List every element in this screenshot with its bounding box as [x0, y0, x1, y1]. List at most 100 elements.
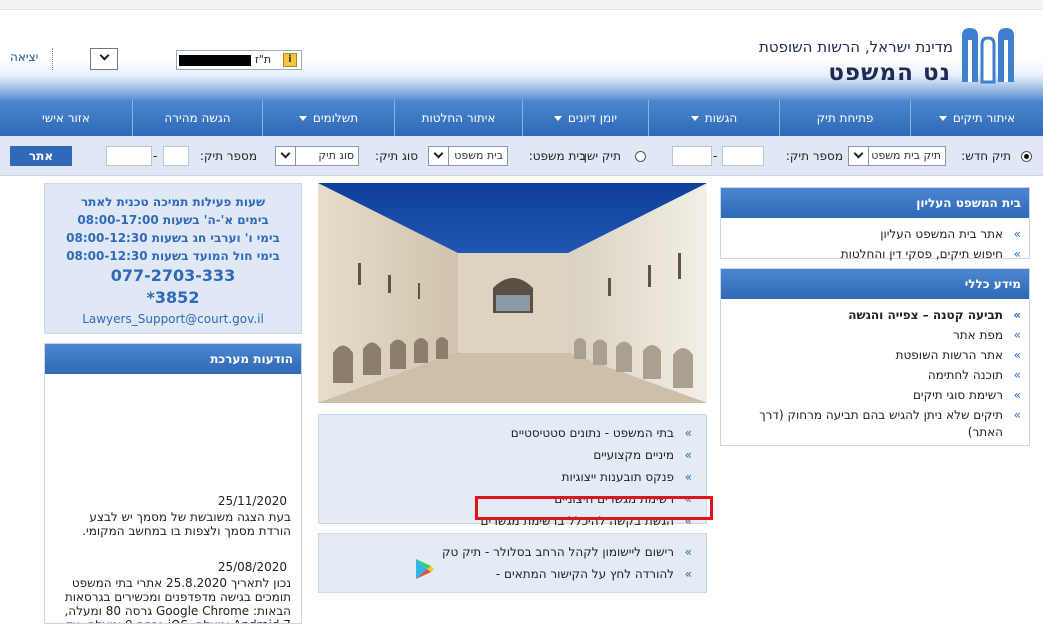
court-label: בית משפט:	[528, 149, 586, 163]
top-strip	[0, 0, 1043, 10]
link-small-claims[interactable]: תביעה קטנה – צפייה והגשה	[729, 307, 1021, 324]
new-case-court-select[interactable]: תיק בית משפט	[848, 146, 946, 166]
site-name: נט המשפט	[828, 60, 951, 86]
select-value: תיק בית משפט	[871, 149, 941, 162]
chevron-down-icon	[433, 148, 444, 159]
case-number-year-input[interactable]	[722, 146, 764, 166]
supreme-court-panel: בית המשפט העליון אתר בית המשפט העליון חי…	[720, 187, 1030, 263]
header: מדינת ישראל, הרשות השופטת נט המשפט ת"ז i…	[0, 10, 1043, 100]
nav-filings[interactable]: הגשות	[648, 100, 779, 136]
case-number-label: מספר תיק:	[785, 149, 843, 163]
nav-label: פתיחת תיק	[816, 111, 874, 125]
notice-item: 25/08/2020 נכון לתאריך 25.8.2020 אתרי בת…	[45, 560, 301, 623]
support-short-number: *3852	[146, 288, 200, 307]
caret-down-icon	[553, 115, 562, 121]
support-email[interactable]: Lawyers_Support@court.gov.il	[45, 309, 301, 329]
link-professional-appointments[interactable]: מיניים מקצועיים	[329, 447, 696, 464]
support-hours-friday: בימי ו' וערבי חג בשעות 08:00-12:30	[66, 231, 280, 245]
redacted-user-id	[179, 55, 251, 66]
link-site-map[interactable]: מפת אתר	[729, 327, 1021, 344]
dash-separator: -	[713, 149, 718, 163]
header-separator	[52, 48, 53, 70]
old-case-radio[interactable]	[635, 151, 646, 162]
nav-hearings-calendar[interactable]: יומן דיונים	[522, 100, 648, 136]
link-judiciary-site[interactable]: אתר הרשות השופטת	[729, 347, 1021, 364]
nav-personal-area[interactable]: אזור אישי	[0, 100, 132, 136]
new-case-label: תיק חדש:	[961, 149, 1011, 163]
link-case-types[interactable]: רשימת סוגי תיקים	[729, 387, 1021, 404]
nav-case-search[interactable]: איתור תיקים	[910, 100, 1043, 136]
notice-date: 25/08/2020	[217, 560, 287, 574]
general-info-panel-title: מידע כללי	[721, 269, 1029, 299]
link-signing-software[interactable]: תוכנה לחתימה	[729, 367, 1021, 384]
mobile-app-links: רישום ליישומון לקהל הרחב בסלולר - תיק טק…	[319, 534, 706, 583]
nav-label: יומן דיונים	[567, 111, 618, 125]
court-select[interactable]: בית משפט	[428, 146, 508, 166]
main-nav: איתור תיקים פתיחת תיק הגשות יומן דיונים …	[0, 100, 1043, 136]
select-arrow	[849, 147, 869, 165]
chevron-down-icon	[853, 148, 864, 159]
nav-label: איתור תיקים	[952, 111, 1016, 125]
select-value: בית משפט	[454, 149, 503, 162]
highlight-annotation	[475, 496, 713, 520]
support-hours-holiday: בימי חול המועד בשעות 08:00-12:30	[66, 249, 280, 263]
case-type-label: סוג תיק:	[375, 149, 418, 163]
nav-label: הגשות	[704, 111, 738, 125]
general-info-links: תביעה קטנה – צפייה והגשה מפת אתר אתר הרש…	[721, 299, 1029, 441]
case-number-input-2[interactable]	[106, 146, 152, 166]
search-go-button[interactable]: אתר	[10, 146, 72, 166]
exit-link[interactable]: יציאה	[10, 50, 38, 64]
nav-decisions-search[interactable]: איתור החלטות	[394, 100, 522, 136]
case-number-label-2: מספר תיק:	[199, 149, 257, 163]
system-notices-panel: הודעות מערכת 25/11/2020 בעת הצגה משובשת …	[44, 343, 302, 624]
nav-label: איתור החלטות	[421, 111, 496, 125]
case-search-bar: תיק חדש: תיק בית משפט מספר תיק: - תיק יש…	[0, 136, 1043, 176]
nav-open-case[interactable]: פתיחת תיק	[779, 100, 910, 136]
general-info-panel: מידע כללי תביעה קטנה – צפייה והגשה מפת א…	[720, 268, 1030, 446]
link-mobile-app-register[interactable]: רישום ליישומון לקהל הרחב בסלולר - תיק טק	[329, 544, 696, 561]
user-info-icon[interactable]: i	[283, 53, 297, 67]
new-case-radio[interactable]	[1021, 151, 1032, 162]
support-info-box: שעות פעילות תמיכה טכנית לאתר בימים א'-ה'…	[44, 183, 302, 334]
link-supreme-search[interactable]: חיפוש תיקים, פסקי דין והחלטות	[729, 246, 1021, 263]
nav-label: אזור אישי	[42, 111, 90, 125]
caret-down-icon	[938, 115, 947, 121]
nav-payments[interactable]: תשלומים	[262, 100, 394, 136]
support-phone: 077-2703-333	[110, 266, 236, 285]
link-class-actions-registry[interactable]: פנקס תובענות ייצוגיות	[329, 469, 696, 486]
nav-label: הגשה מהירה	[164, 111, 231, 125]
notice-text: בעת הצגה משובשת של מסמך יש לבצע הורדת מס…	[82, 510, 291, 538]
link-app-download[interactable]: להורדה לחץ על הקישור המתאים -	[329, 566, 696, 583]
court-logo-icon	[962, 28, 1014, 84]
case-number-year-input-2[interactable]	[163, 146, 189, 166]
google-play-icon[interactable]	[415, 558, 435, 580]
dash-separator-2: -	[153, 149, 158, 163]
case-type-select[interactable]: סוג תיק	[275, 146, 359, 166]
notice-date: 25/11/2020	[217, 494, 287, 508]
user-id-box: ת"ז i	[176, 50, 302, 70]
chevron-down-icon	[99, 50, 109, 61]
user-dropdown[interactable]	[90, 48, 118, 70]
case-number-input[interactable]	[672, 146, 712, 166]
link-non-remote-cases[interactable]: תיקים שלא ניתן להגיש בהם תביעה מרחוק (דר…	[729, 407, 1021, 441]
link-supreme-site[interactable]: אתר בית המשפט העליון	[729, 226, 1021, 243]
nav-quick-filing[interactable]: הגשה מהירה	[132, 100, 262, 136]
user-id-label: ת"ז	[255, 53, 272, 66]
select-value: סוג תיק	[318, 149, 354, 162]
supreme-court-courtyard-photo	[318, 183, 707, 403]
supreme-court-panel-title: בית המשפט העליון	[721, 188, 1029, 218]
support-hours-weekdays: בימים א'-ה' בשעות 08:00-17:00	[77, 213, 269, 227]
caret-down-icon	[298, 115, 307, 121]
caret-down-icon	[690, 115, 699, 121]
system-notices-title: הודעות מערכת	[45, 344, 301, 374]
select-arrow	[276, 147, 296, 165]
notice-item: 25/11/2020 בעת הצגה משובשת של מסמך יש לב…	[45, 494, 301, 538]
nav-label: תשלומים	[312, 111, 359, 125]
link-court-statistics[interactable]: בתי המשפט - נתונים סטטיסטיים	[329, 425, 696, 442]
select-arrow	[429, 147, 449, 165]
supreme-court-links: אתר בית המשפט העליון חיפוש תיקים, פסקי ד…	[721, 218, 1029, 263]
chevron-down-icon	[280, 148, 291, 159]
